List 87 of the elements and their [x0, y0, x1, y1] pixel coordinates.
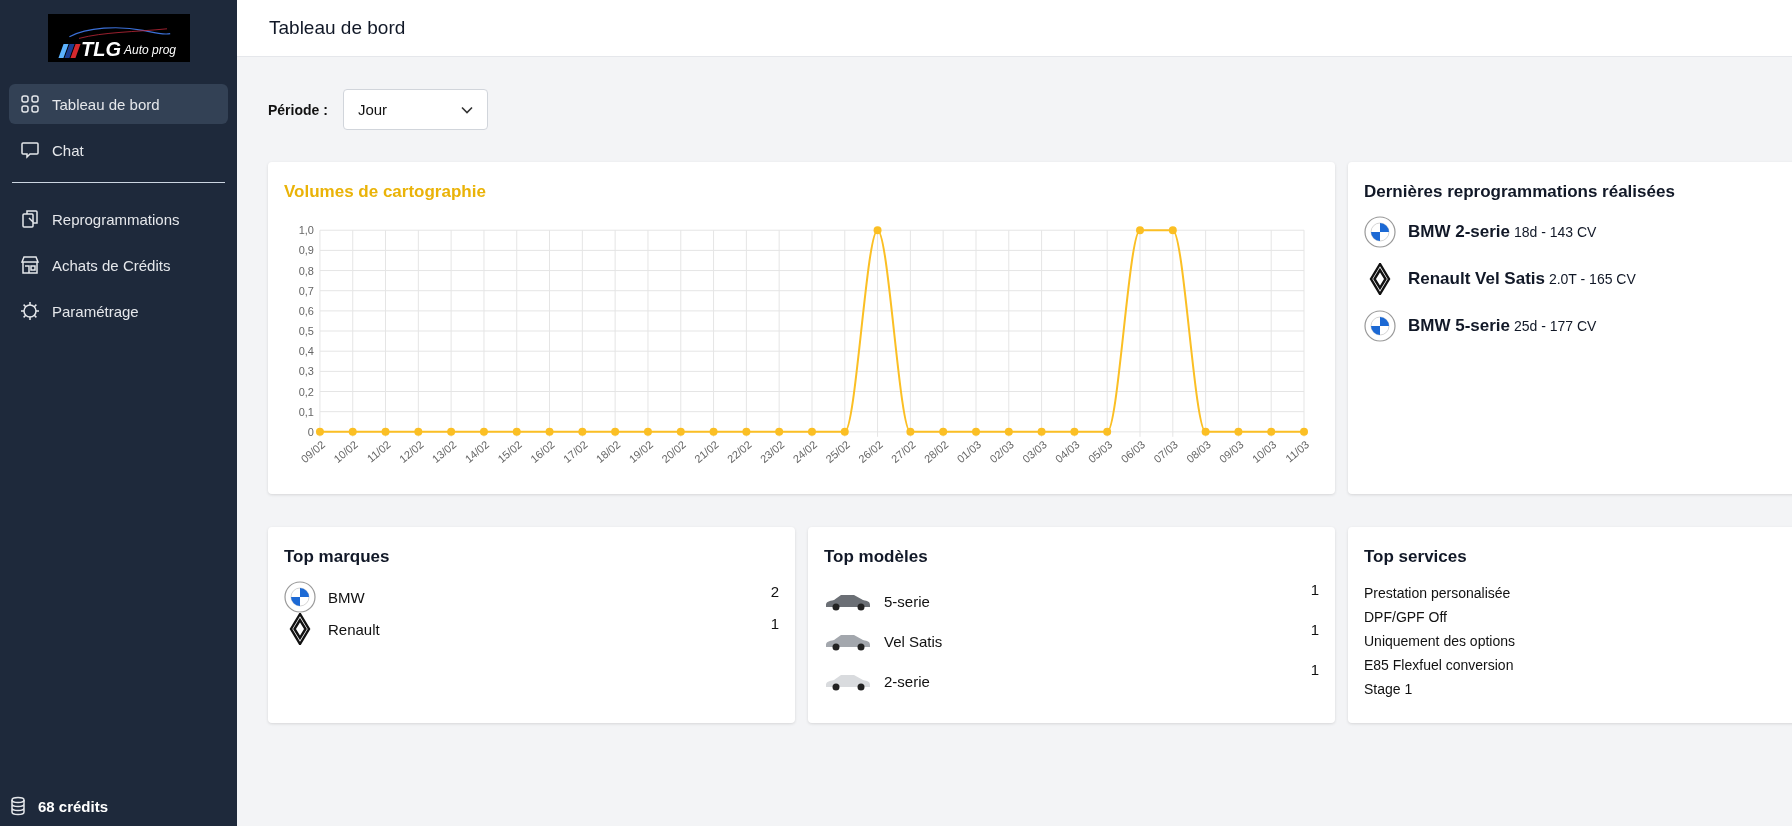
data-point	[709, 427, 718, 436]
service-name: DPF/GPF Off	[1364, 608, 1448, 627]
data-point	[578, 427, 587, 436]
reprogramming-entry: BMW 2-serie 18d - 143 CV	[1408, 222, 1597, 242]
brand-name: BMW	[328, 588, 366, 606]
clipboard-icon	[20, 209, 40, 229]
data-point	[611, 427, 620, 436]
data-point	[1103, 427, 1112, 436]
service-name: Prestation personalisée	[1364, 584, 1512, 603]
data-point	[1004, 427, 1013, 436]
y-tick-label: 0,4	[298, 345, 314, 358]
model-count: 1	[1310, 661, 1319, 678]
data-point	[479, 427, 488, 436]
y-tick-label: 0,8	[298, 264, 314, 277]
period-label: Période :	[268, 101, 328, 118]
y-tick-label: 0,7	[298, 284, 314, 297]
stripes-icon	[60, 44, 78, 58]
y-tick-label: 0	[307, 425, 314, 438]
data-point	[873, 226, 882, 235]
data-point	[1267, 427, 1276, 436]
data-point	[676, 427, 685, 436]
brand-name: Renault	[328, 620, 381, 638]
logo-tagline: Auto prog	[123, 42, 176, 58]
data-point	[447, 427, 456, 436]
model-count: 1	[1310, 581, 1319, 598]
data-point	[643, 427, 652, 436]
sidebar-item[interactable]: Tableau de bord	[9, 84, 228, 124]
service-name: Stage 1	[1364, 680, 1414, 699]
data-point	[414, 427, 423, 436]
card-title: Top modèles	[824, 547, 929, 567]
store-icon	[20, 255, 40, 275]
sidebar-item[interactable]: Paramétrage	[9, 291, 228, 331]
data-point	[381, 427, 390, 436]
y-tick-label: 1,0	[298, 224, 314, 237]
chat-icon	[20, 140, 40, 160]
page-title: Tableau de bord	[269, 17, 406, 39]
card-title: Dernières reprogrammations réalisées	[1364, 182, 1676, 202]
data-point	[939, 427, 948, 436]
data-point	[1168, 226, 1177, 235]
card-title: Top services	[1364, 547, 1468, 567]
y-tick-label: 0,2	[298, 385, 314, 398]
model-name: Vel Satis	[884, 632, 944, 650]
data-point	[512, 427, 521, 436]
sidebar-item[interactable]: Reprogrammations	[9, 199, 228, 239]
y-tick-label: 0,6	[298, 304, 314, 317]
card-title: Top marques	[284, 547, 391, 567]
brand-count: 2	[770, 582, 779, 600]
y-tick-label: 0,3	[298, 365, 314, 378]
card-title: Volumes de cartographie	[284, 182, 487, 202]
data-point	[545, 427, 554, 436]
data-point	[906, 427, 915, 436]
service-name: Uniquement des options	[1364, 632, 1516, 651]
credits-balance: 68 crédits	[38, 797, 109, 815]
settings-icon	[20, 301, 40, 321]
data-point	[775, 427, 784, 436]
model-name: 2-serie	[884, 672, 931, 690]
data-point	[972, 427, 980, 436]
service-name: E85 Flexfuel conversion	[1364, 656, 1515, 675]
data-point	[808, 427, 816, 436]
grid-icon	[20, 94, 40, 114]
y-tick-label: 0,1	[298, 405, 314, 418]
logo-text: TLG	[80, 40, 121, 58]
sidebar-item[interactable]: Chat	[9, 130, 228, 170]
model-name: 5-serie	[884, 592, 931, 610]
data-point	[742, 427, 751, 436]
coins-icon	[8, 796, 28, 816]
data-point	[1070, 427, 1079, 436]
brand-count: 1	[770, 614, 779, 632]
data-point	[348, 427, 357, 436]
model-count: 1	[1310, 621, 1319, 638]
chevron-down-icon	[460, 105, 473, 114]
data-point	[1201, 427, 1210, 436]
data-point	[1300, 427, 1308, 436]
data-point	[1037, 427, 1046, 436]
y-tick-label: 0,5	[298, 325, 314, 338]
roundel-logo-icon	[284, 581, 316, 613]
y-tick-label: 0,9	[298, 244, 314, 257]
period-dropdown[interactable]: Jour	[342, 89, 488, 130]
data-point	[1234, 427, 1243, 436]
roundel-logo-icon	[1364, 216, 1396, 248]
sidebar-item[interactable]: Achats de Crédits	[9, 245, 228, 285]
reprogramming-entry: BMW 5-serie 25d - 177 CV	[1408, 316, 1597, 336]
data-point	[315, 427, 324, 436]
reprogramming-entry: Renault Vel Satis 2.0T - 165 CV	[1408, 269, 1636, 289]
data-point	[840, 427, 849, 436]
data-point	[1136, 226, 1144, 235]
roundel-logo-icon	[1364, 310, 1396, 342]
